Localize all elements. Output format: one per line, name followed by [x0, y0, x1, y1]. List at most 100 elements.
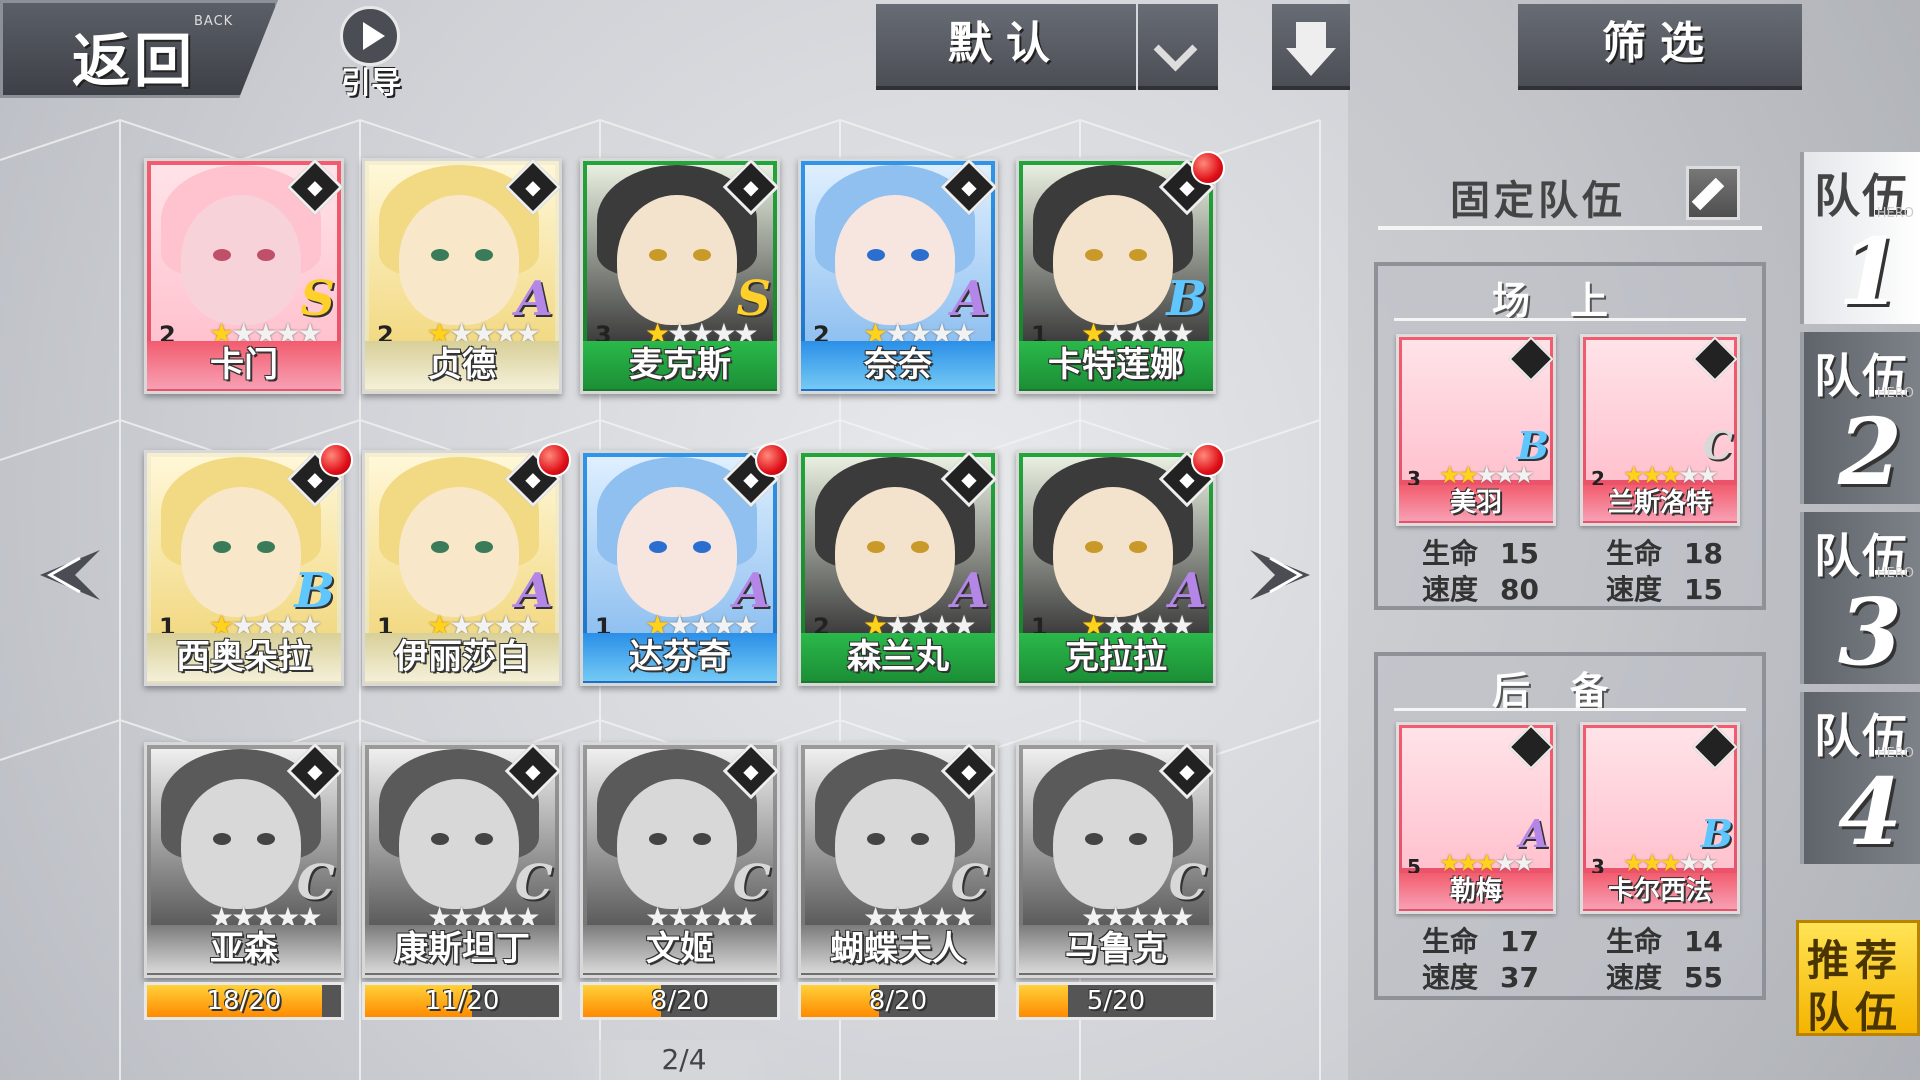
hero-card[interactable]: ◆ A 2 ★★★★★ 奈奈	[798, 158, 998, 394]
filter-button[interactable]: 筛选	[1518, 4, 1802, 90]
portrait-face	[399, 195, 519, 325]
speed-stat: 速度 80	[1422, 568, 1539, 608]
hero-name: 森兰丸	[801, 633, 995, 681]
sort-button[interactable]: 默认	[876, 4, 1136, 90]
team-member-card[interactable]: B 3 ★★★★★ 美羽	[1396, 334, 1556, 526]
team-member-card[interactable]: A 5 ★★★★★ 勒梅	[1396, 722, 1556, 914]
hero-card[interactable]: ◆ S 2 ★★★★★ 卡门	[144, 158, 344, 394]
portrait-face	[1053, 487, 1173, 617]
hero-name: 勒梅	[1399, 873, 1553, 909]
portrait-eye	[257, 541, 275, 553]
portrait-face	[399, 487, 519, 617]
guide-label: 引导	[341, 66, 401, 101]
notification-dot-icon	[537, 443, 571, 477]
hp-stat: 生命 18	[1606, 532, 1723, 572]
portrait-eye	[475, 833, 493, 845]
hero-card[interactable]: ◆ A 2 ★★★★★ 森兰丸	[798, 450, 998, 686]
sort-dropdown-chevron-icon[interactable]	[1138, 4, 1218, 90]
portrait-face	[1053, 779, 1173, 909]
portrait-face	[835, 779, 955, 909]
hero-name: 达芬奇	[583, 633, 777, 681]
team-tab-2[interactable]: 队伍 HERO 2	[1800, 332, 1920, 506]
team-tab-1[interactable]: 队伍 HERO 1	[1800, 152, 1920, 326]
portrait-face	[181, 779, 301, 909]
hero-card[interactable]: ◆ A 2 ★★★★★ 贞德	[362, 158, 562, 394]
shard-count: 8/20	[868, 986, 928, 1016]
team-tab-3[interactable]: 队伍 HERO 3	[1800, 512, 1920, 686]
class-glyph: ◆	[525, 759, 541, 783]
portrait-face	[835, 487, 955, 617]
class-glyph: ◆	[961, 175, 977, 199]
hero-name: 西奥朵拉	[147, 633, 341, 681]
portrait-eye	[213, 541, 231, 553]
class-glyph: ◆	[743, 759, 759, 783]
locked-hero-card[interactable]: ◆ C ★★★★★ 蝴蝶夫人	[798, 742, 998, 978]
recommend-line2: 队伍	[1807, 988, 1904, 1037]
hp-value: 14	[1684, 925, 1723, 958]
edit-pencil-icon[interactable]	[1686, 166, 1740, 220]
portrait-eye	[431, 833, 449, 845]
portrait-eye	[649, 833, 667, 845]
hero-name: 贞德	[365, 341, 559, 389]
hp-stat: 生命 17	[1422, 920, 1539, 960]
shard-count: 5/20	[1086, 986, 1146, 1016]
locked-hero-card[interactable]: ◆ C ★★★★★ 亚森	[144, 742, 344, 978]
shard-progress-bar: 11/20	[362, 982, 562, 1020]
hp-stat: 生命 15	[1422, 532, 1539, 572]
next-page-arrow-icon[interactable]	[1240, 530, 1330, 620]
team-member-card[interactable]: B 3 ★★★★★ 卡尔西法	[1580, 722, 1740, 914]
portrait-eye	[257, 249, 275, 261]
guide-button[interactable]: 引导	[334, 6, 408, 101]
portrait-face	[181, 487, 301, 617]
hero-name: 卡门	[147, 341, 341, 389]
hero-name: 奈奈	[801, 341, 995, 389]
play-icon	[340, 6, 400, 66]
portrait-eye	[213, 833, 231, 845]
portrait-eye	[431, 249, 449, 261]
shard-count: 18/20	[206, 986, 282, 1016]
notification-dot-icon	[1191, 151, 1225, 185]
portrait-face	[1053, 195, 1173, 325]
onfield-divider	[1394, 318, 1746, 321]
shard-count: 8/20	[650, 986, 710, 1016]
locked-hero-card[interactable]: ◆ C ★★★★★ 康斯坦丁	[362, 742, 562, 978]
locked-hero-card[interactable]: ◆ C ★★★★★ 马鲁克	[1016, 742, 1216, 978]
portrait-face	[399, 779, 519, 909]
hero-name: 亚森	[147, 925, 341, 973]
team-member-card[interactable]: C 2 ★★★★★ 兰斯洛特	[1580, 334, 1740, 526]
prev-page-arrow-icon[interactable]	[20, 530, 110, 620]
hero-card[interactable]: ◆ A 1 ★★★★★ 伊丽莎白	[362, 443, 571, 686]
hero-name: 克拉拉	[1019, 633, 1213, 681]
sort-order-arrow-down-icon[interactable]	[1272, 4, 1350, 90]
hero-card[interactable]: ◆ A 1 ★★★★★ 克拉拉	[1016, 443, 1225, 686]
portrait-face	[617, 195, 737, 325]
class-glyph: ◆	[307, 175, 323, 199]
portrait-eye	[213, 249, 231, 261]
hero-card[interactable]: ◆ A 1 ★★★★★ 达芬奇	[580, 443, 789, 686]
hero-name: 文姬	[583, 925, 777, 973]
recommended-team-button[interactable]: 推荐 队伍	[1796, 920, 1920, 1037]
team-tab-number: 3	[1838, 578, 1903, 686]
portrait-eye	[911, 833, 929, 845]
team-tab-4[interactable]: 队伍 HERO 4	[1800, 692, 1920, 866]
locked-hero-card[interactable]: ◆ C ★★★★★ 文姬	[580, 742, 780, 978]
portrait-eye	[911, 541, 929, 553]
hp-value: 15	[1500, 537, 1539, 570]
hero-card[interactable]: ◆ B 1 ★★★★★ 西奥朵拉	[144, 443, 353, 686]
speed-label: 速度	[1606, 961, 1663, 994]
portrait-eye	[693, 833, 711, 845]
notification-dot-icon	[1191, 443, 1225, 477]
portrait-eye	[649, 541, 667, 553]
speed-label: 速度	[1606, 573, 1663, 606]
class-glyph: ◆	[1179, 759, 1195, 783]
shard-count: 11/20	[424, 986, 500, 1016]
hero-card[interactable]: ◆ B 1 ★★★★★ 卡特莲娜	[1016, 151, 1225, 394]
hero-card[interactable]: ◆ S 3 ★★★★★ 麦克斯	[580, 158, 780, 394]
portrait-eye	[1129, 833, 1147, 845]
portrait-eye	[257, 833, 275, 845]
back-button[interactable]: 返回 BACK	[0, 0, 278, 98]
hp-label: 生命	[1606, 925, 1663, 958]
hero-name: 麦克斯	[583, 341, 777, 389]
portrait-eye	[1085, 541, 1103, 553]
fixed-team-title: 固定队伍	[1450, 178, 1626, 224]
